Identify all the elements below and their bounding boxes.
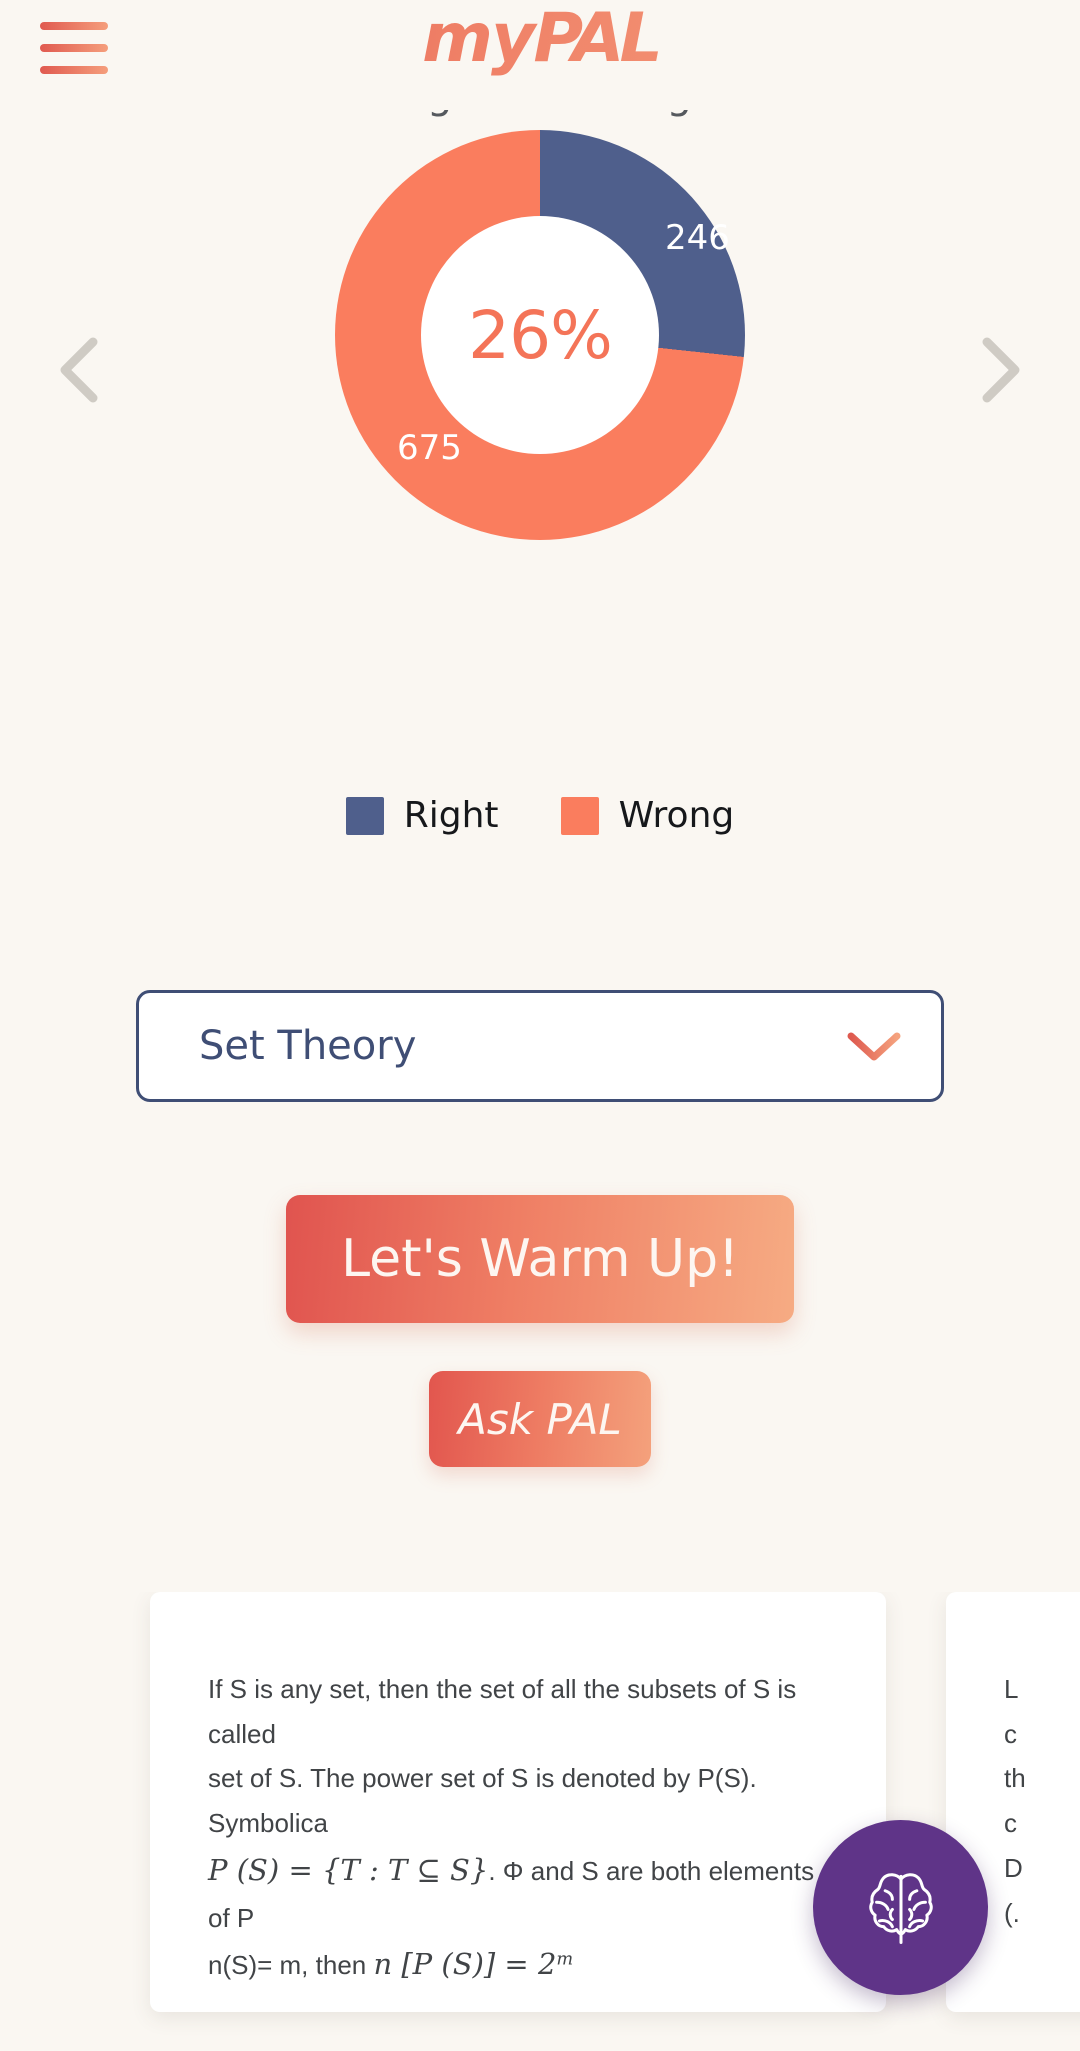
ask-pal-fab[interactable]	[813, 1820, 988, 1995]
donut-center: 26%	[421, 216, 659, 454]
card-line-6: (.	[1004, 1897, 1020, 1928]
legend-label-right: Right	[403, 795, 499, 836]
app-header: myPAL	[0, 0, 1080, 110]
logo-text-pal: PAL	[533, 0, 658, 78]
brain-icon	[868, 1872, 933, 1944]
legend-swatch-right	[345, 796, 384, 835]
card-text: If S is any set, then the set of all the…	[208, 1667, 828, 1990]
donut-ring: 246 675 26%	[335, 130, 745, 540]
chevron-left-icon	[60, 337, 98, 403]
carousel-next-button[interactable]	[965, 330, 1035, 410]
ask-pal-button[interactable]: Ask PAL	[429, 1371, 651, 1467]
legend-label-wrong: Wrong	[618, 795, 735, 836]
lets-warm-up-button[interactable]: Let's Warm Up!	[286, 1195, 794, 1323]
card-formula-2: n [P (S)] = 2	[373, 1947, 557, 1982]
app-logo[interactable]: myPAL	[0, 2, 1080, 77]
donut-chart: 246 675 26%	[0, 130, 1080, 560]
slice-label-wrong: 675	[397, 428, 462, 468]
card-line-2: set of S. The power set of S is denoted …	[208, 1763, 757, 1839]
donut-percent-label: 26%	[468, 296, 613, 374]
lets-warm-up-label: Let's Warm Up!	[341, 1229, 739, 1289]
chevron-down-icon	[847, 1032, 901, 1061]
card-line-5: D	[1004, 1852, 1023, 1883]
legend-swatch-wrong	[560, 796, 599, 835]
card-line-1: L	[1004, 1674, 1019, 1704]
topic-select[interactable]: Set Theory	[136, 990, 944, 1102]
legend-item-wrong: Wrong	[560, 795, 735, 836]
slice-label-right: 246	[665, 218, 730, 258]
card-line-4: c	[1004, 1808, 1017, 1839]
card-line-1: If S is any set, then the set of all the…	[208, 1674, 797, 1749]
card-text: L c th c D (.	[1004, 1667, 1080, 1935]
carousel-prev-button[interactable]	[45, 330, 115, 410]
card-line-4: n(S)= m, then	[208, 1950, 367, 1981]
legend-item-right: Right	[345, 795, 499, 836]
chevron-right-icon	[982, 337, 1020, 403]
chart-legend: Right Wrong	[0, 795, 1080, 836]
card-formula-2-exponent: m	[556, 1949, 574, 1970]
card-line-3: th	[1004, 1763, 1026, 1794]
app-screen: Right vs Wrong 246 675 26% Right Wrong	[0, 0, 1080, 2051]
card-line-2: c	[1004, 1718, 1017, 1749]
logo-text-my: my	[422, 0, 534, 78]
ask-pal-label: Ask PAL	[458, 1394, 622, 1444]
topic-select-value: Set Theory	[199, 1023, 417, 1069]
content-card[interactable]: If S is any set, then the set of all the…	[150, 1592, 886, 2012]
card-formula-1: P (S) = {T : T ⊆ S}	[208, 1852, 489, 1887]
